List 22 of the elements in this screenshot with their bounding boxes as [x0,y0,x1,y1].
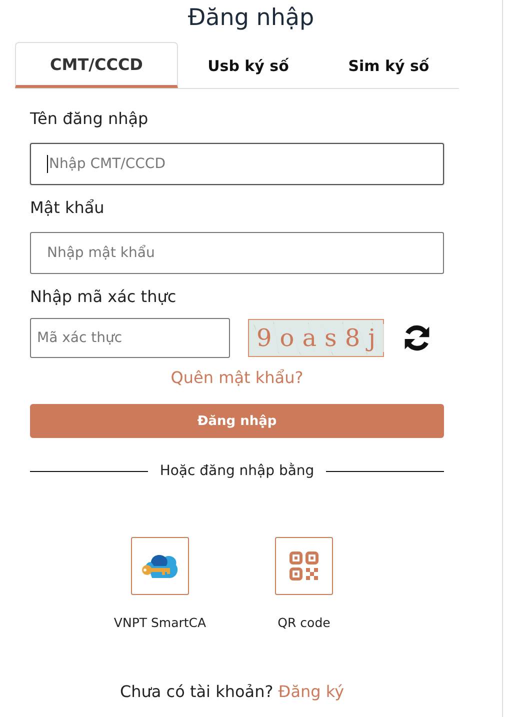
captcha-image: 9oas8j [248,319,384,357]
login-button[interactable]: Đăng nhập [30,404,444,438]
field-label: Tên đăng nhập [30,109,150,129]
refresh-icon[interactable] [402,323,432,353]
forgot-password-link[interactable]: Quên mật khẩu? [170,368,304,387]
login-method-button[interactable] [131,537,189,595]
input-field[interactable]: Nhập mật khẩu [30,232,444,274]
tab[interactable]: CMT/CCCD [15,42,178,88]
qr-code-icon [289,551,319,581]
signup-prompt: Chưa có tài khoản? [120,682,274,701]
tab[interactable]: Sim ký số [318,42,459,88]
login-method-button[interactable] [275,537,333,595]
signup-link[interactable]: Đăng ký [278,682,344,701]
captcha-field[interactable]: Mã xác thực [30,318,230,358]
divider-text: Hoặc đăng nhập bằng [160,463,314,479]
page-title: Đăng nhập [186,4,316,33]
login-method-label: QR code [278,615,330,630]
field-label: Mật khẩu [30,198,106,218]
login-method-label: VNPT SmartCA [114,615,206,630]
field-label: Nhập mã xác thực [30,287,178,307]
input-field[interactable]: Nhập CMT/CCCD [30,143,444,185]
tab[interactable]: Usb ký số [178,42,318,88]
